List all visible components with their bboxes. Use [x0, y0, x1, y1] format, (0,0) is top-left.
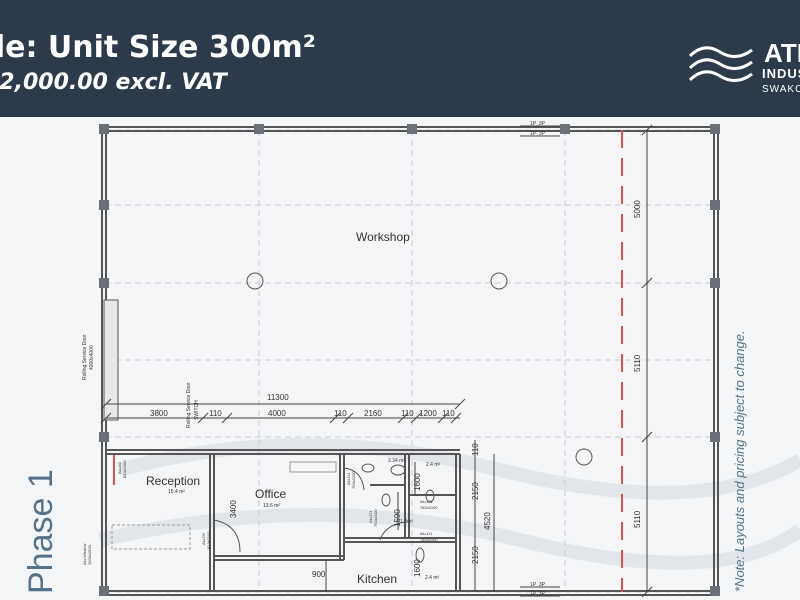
room-label-workshop: Workshop: [356, 230, 410, 244]
door-label: 813x2100: [122, 460, 127, 478]
breaker-label: 1P_3P: [530, 591, 546, 597]
room-area-wc4: 2.4 m²: [425, 575, 440, 581]
dimension-segment: 1200: [419, 409, 437, 418]
page-title: nple: Unit Size 300m²: [0, 30, 316, 65]
dimension-segment: 110: [442, 409, 455, 418]
dimension-kitchen: 900: [312, 570, 326, 579]
breaker-label: 1P_3P: [530, 582, 546, 588]
door-label: SWITCH: [194, 400, 200, 420]
door-label: 762x2100: [420, 537, 438, 542]
door-label: 762x2100: [351, 471, 356, 489]
dimension-wc: 1600: [413, 473, 422, 491]
door-label: 4000x4000: [89, 345, 95, 370]
dimension-vertical: 4520: [483, 512, 492, 530]
breaker-marks: [520, 125, 560, 597]
dimension-segment: 110: [401, 409, 414, 418]
dimension-segment: 3800: [150, 409, 168, 418]
dimension-segment: 110: [334, 409, 347, 418]
door-label: 762x2100: [420, 505, 438, 510]
door-label: 813x2100: [206, 531, 211, 549]
door-label: 762x2100: [373, 509, 378, 527]
header-banner: nple: Unit Size 300m² 12,000.00 excl. VA…: [0, 0, 800, 117]
dimension-right: 5110: [633, 510, 642, 528]
room-label-kitchen: Kitchen: [357, 572, 397, 586]
door-label: Rolling Service Door: [82, 334, 88, 380]
breaker-label: 1P_3P: [530, 121, 546, 127]
phase-label: Phase 1: [22, 469, 60, 594]
dimension-vertical: 110: [471, 443, 480, 456]
room-area-wc1: 2.34 m²: [388, 458, 405, 464]
logo-wordmark: ATL: [764, 38, 800, 68]
disclaimer-note: *Note: Layouts and pricing subject to ch…: [732, 330, 747, 592]
room-area-office: 13.6 m²: [263, 503, 280, 509]
door-label: Alu-D1: [420, 499, 433, 504]
dimension-right: 5000: [633, 200, 642, 218]
room-area-reception: 15.4 m²: [168, 489, 185, 495]
office-desk: [289, 461, 337, 473]
rolling-door-left: [103, 299, 119, 421]
dimension-segment: 2160: [364, 409, 382, 418]
dimension-segment: 4000: [268, 409, 286, 418]
dimension-vertical: 2150: [471, 482, 480, 500]
breaker-label: 1P_3P: [530, 131, 546, 137]
room-area-wc2: 2.4 m²: [426, 462, 441, 468]
column-marker: [490, 272, 508, 290]
floor-plan: Workshop Reception 15.4 m² Office 13.6 m…: [82, 121, 800, 598]
dimension-segment: 110: [209, 409, 222, 418]
door-label: Rolling Service Door: [186, 382, 192, 428]
room-label-reception: Reception: [146, 474, 200, 488]
dimension-vertical: 2150: [471, 546, 480, 564]
door-label: Alu-D1: [420, 531, 433, 536]
price-subtitle: 12,000.00 excl. VAT: [0, 70, 227, 95]
column-marker: [575, 448, 593, 466]
dimension-reception-height: 3400: [229, 500, 238, 518]
logo-location: SWAKOP: [762, 84, 800, 95]
column-marker: [246, 272, 264, 290]
dimension-right: 5110: [633, 354, 642, 372]
room-label-office: Office: [255, 487, 286, 501]
dimension-wc: 1600: [413, 559, 422, 577]
dimension-total: 11300: [267, 393, 289, 402]
dimension-wc: 1590: [393, 509, 402, 527]
logo-subline: INDUS: [762, 66, 800, 81]
